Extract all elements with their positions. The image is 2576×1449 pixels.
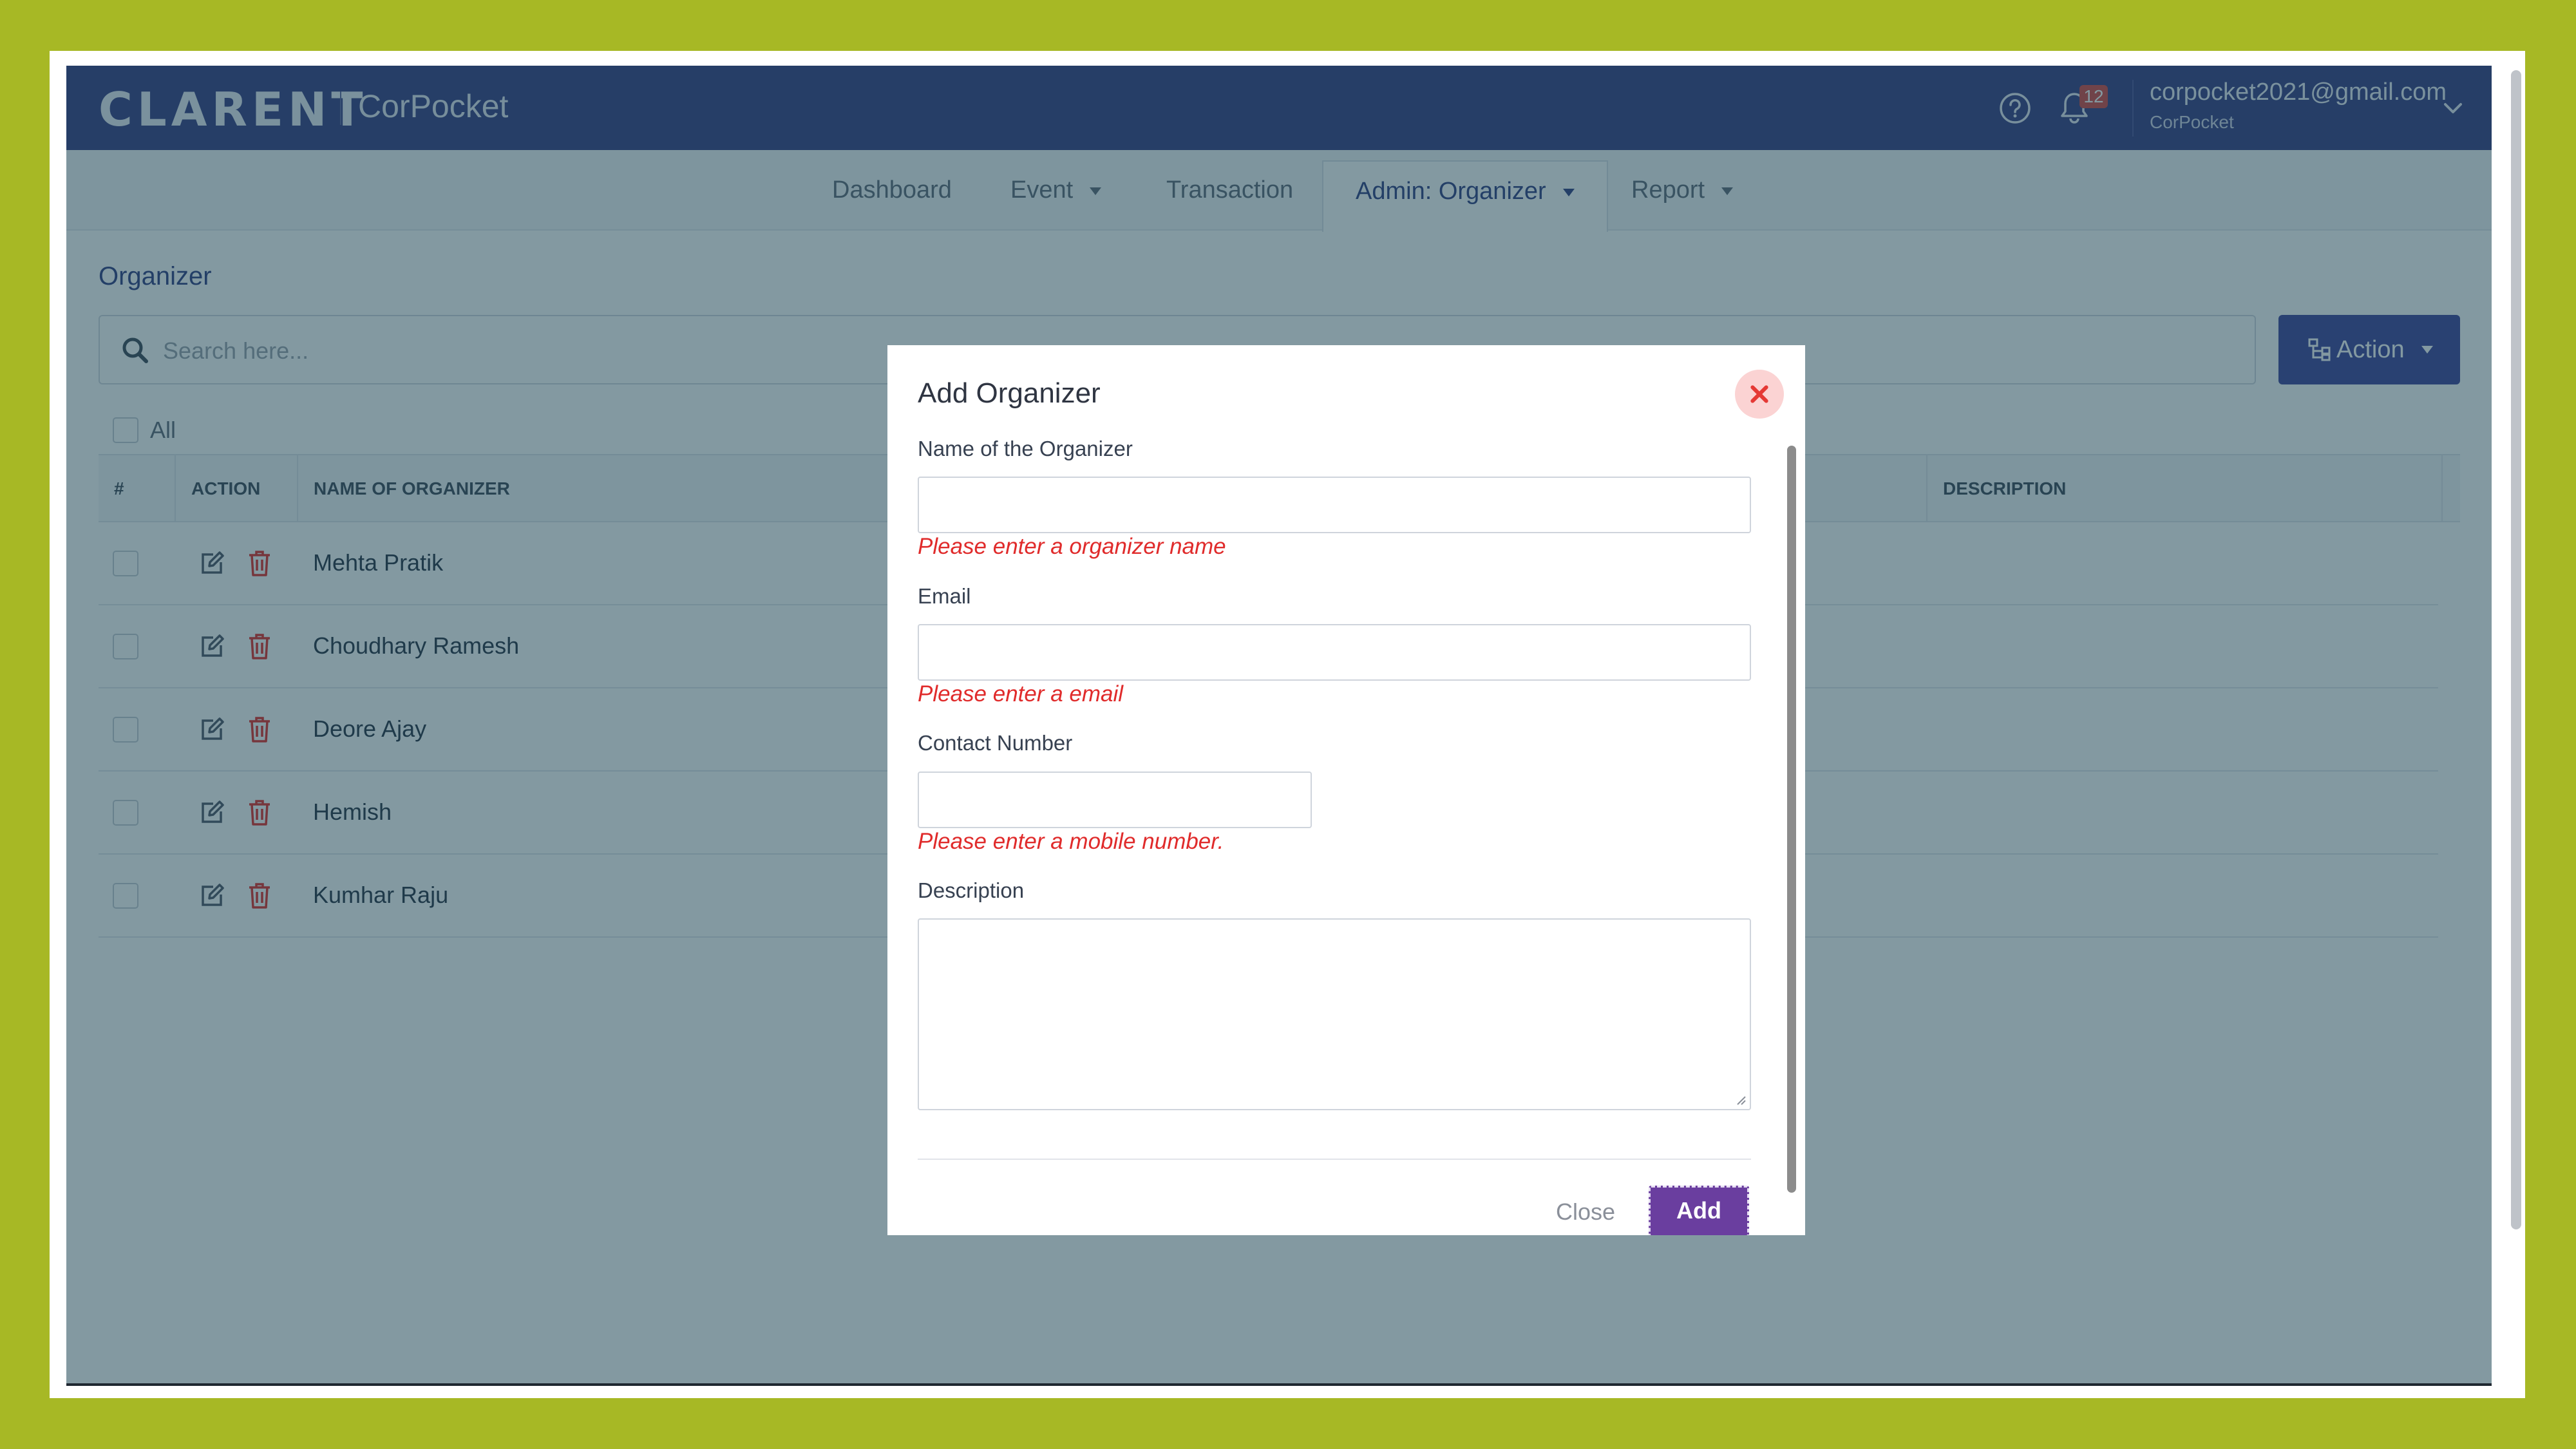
- bottom-border: [66, 1383, 2492, 1386]
- page-scrollbar[interactable]: [2511, 70, 2521, 1229]
- description-label: Description: [918, 878, 1025, 902]
- close-icon[interactable]: [1735, 370, 1784, 419]
- dialog-title: Add Organizer: [918, 377, 1101, 409]
- organizer-name-error: Please enter a organizer name: [918, 534, 1226, 559]
- organizer-name-label: Name of the Organizer: [918, 437, 1133, 460]
- dialog-footer-divider: [918, 1159, 1751, 1160]
- add-button[interactable]: Add: [1649, 1186, 1749, 1235]
- email-label: Email: [918, 584, 971, 608]
- email-error: Please enter a email: [918, 681, 1124, 706]
- description-field[interactable]: [918, 918, 1751, 1110]
- contact-number-label: Contact Number: [918, 731, 1073, 755]
- browser-screen: CLARENT CorPocket 12 corpocket2021@gmail…: [50, 51, 2525, 1398]
- resize-grip-icon[interactable]: [1734, 1094, 1746, 1105]
- add-organizer-dialog: Add Organizer Name of the Organizer Plea…: [887, 345, 1805, 1235]
- app-window: CLARENT CorPocket 12 corpocket2021@gmail…: [66, 66, 2492, 1386]
- close-button[interactable]: Close: [1556, 1198, 1615, 1226]
- contact-number-field[interactable]: [918, 772, 1312, 828]
- contact-number-error: Please enter a mobile number.: [918, 829, 1224, 854]
- organizer-name-field[interactable]: [918, 477, 1751, 533]
- email-field[interactable]: [918, 624, 1751, 681]
- dialog-scrollbar[interactable]: [1787, 446, 1796, 1193]
